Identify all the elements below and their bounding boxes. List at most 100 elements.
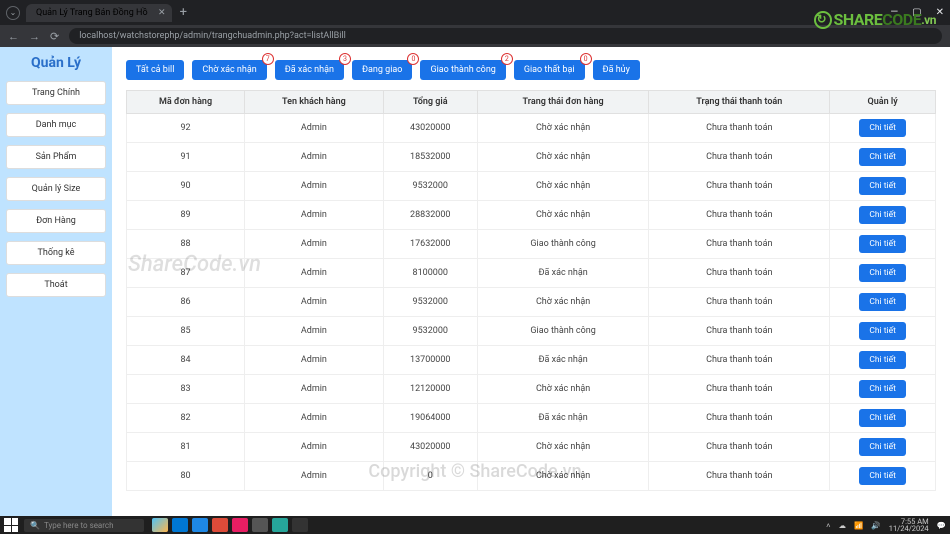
- filter-pill-5[interactable]: Giao thất bại: [514, 60, 585, 80]
- orders-table: Mã đơn hàngTen khách hàngTổng giáTrang t…: [126, 90, 936, 491]
- taskbar-app-6[interactable]: [252, 518, 268, 532]
- browser-tab-strip: ⌄ Quản Lý Trang Bán Đồng Hồ ✕ + — ▢ ✕: [0, 0, 950, 25]
- tray-date: 11/24/2024: [889, 525, 929, 533]
- cell-name: Admin: [245, 317, 384, 346]
- cell-action: Chi tiết: [830, 201, 936, 230]
- cell-name: Admin: [245, 288, 384, 317]
- sidebar-item-1[interactable]: Danh mục: [6, 113, 106, 137]
- filter-badge-3: 0: [407, 53, 419, 65]
- taskbar-app-chrome[interactable]: [212, 518, 228, 532]
- detail-button[interactable]: Chi tiết: [859, 351, 906, 369]
- filter-pill-1[interactable]: Chờ xác nhận: [192, 60, 266, 80]
- cell-pay_status: Chưa thanh toán: [649, 172, 830, 201]
- detail-button[interactable]: Chi tiết: [859, 206, 906, 224]
- table-header-row: Mã đơn hàngTen khách hàngTổng giáTrang t…: [127, 91, 936, 114]
- sidebar-item-4[interactable]: Đơn Hàng: [6, 209, 106, 233]
- tray-notifications-icon[interactable]: 💬: [937, 521, 946, 530]
- cell-total: 0: [383, 462, 477, 491]
- cell-pay_status: Chưa thanh toán: [649, 201, 830, 230]
- taskbar-app-1[interactable]: [152, 518, 168, 532]
- detail-button[interactable]: Chi tiết: [859, 467, 906, 485]
- table-header-1: Ten khách hàng: [245, 91, 384, 114]
- start-button[interactable]: [4, 518, 18, 532]
- filter-wrap-4: Giao thành công2: [420, 57, 505, 80]
- tray-chevron-icon[interactable]: ˄: [826, 521, 830, 530]
- cell-order_status: Chờ xác nhận: [477, 172, 648, 201]
- filter-wrap-5: Giao thất bại0: [514, 57, 585, 80]
- table-row: 92Admin43020000Chờ xác nhậnChưa thanh to…: [127, 114, 936, 143]
- sidebar-item-6[interactable]: Thoát: [6, 273, 106, 297]
- table-row: 84Admin13700000Đã xác nhậnChưa thanh toá…: [127, 346, 936, 375]
- detail-button[interactable]: Chi tiết: [859, 148, 906, 166]
- detail-button[interactable]: Chi tiết: [859, 293, 906, 311]
- nav-back-icon[interactable]: ←: [8, 30, 19, 43]
- nav-reload-icon[interactable]: ⟳: [50, 30, 59, 43]
- taskbar-app-7[interactable]: [272, 518, 288, 532]
- taskbar-search[interactable]: 🔍 Type here to search: [24, 519, 144, 532]
- address-bar[interactable]: localhost/watchstorephp/admin/trangchuad…: [69, 28, 942, 44]
- cell-action: Chi tiết: [830, 462, 936, 491]
- windows-taskbar: 🔍 Type here to search ˄ ☁ 📶 🔊 7:55 AM 11…: [0, 516, 950, 534]
- cell-pay_status: Chưa thanh toán: [649, 317, 830, 346]
- detail-button[interactable]: Chi tiết: [859, 438, 906, 456]
- taskbar-apps: [152, 518, 308, 532]
- table-row: 91Admin18532000Chờ xác nhậnChưa thanh to…: [127, 143, 936, 172]
- taskbar-app-edge[interactable]: [172, 518, 188, 532]
- filter-pill-3[interactable]: Đang giao: [352, 60, 412, 80]
- cell-total: 12120000: [383, 375, 477, 404]
- tray-wifi-icon[interactable]: 📶: [854, 521, 863, 530]
- cell-total: 13700000: [383, 346, 477, 375]
- sidebar: Quản Lý Trang ChínhDanh mụcSản PhẩmQuản …: [0, 47, 112, 516]
- detail-button[interactable]: Chi tiết: [859, 322, 906, 340]
- main-content: Tất cả billChờ xác nhận7Đã xác nhận3Đang…: [112, 47, 950, 516]
- cell-action: Chi tiết: [830, 114, 936, 143]
- filter-pill-4[interactable]: Giao thành công: [420, 60, 505, 80]
- cell-total: 9532000: [383, 172, 477, 201]
- detail-button[interactable]: Chi tiết: [859, 177, 906, 195]
- sidebar-item-3[interactable]: Quản lý Size: [6, 177, 106, 201]
- filter-pill-2[interactable]: Đã xác nhận: [275, 60, 344, 80]
- taskbar-app-terminal[interactable]: [292, 518, 308, 532]
- filter-badge-5: 0: [580, 53, 592, 65]
- detail-button[interactable]: Chi tiết: [859, 264, 906, 282]
- taskbar-app-vscode[interactable]: [192, 518, 208, 532]
- tab-close-icon[interactable]: ✕: [158, 8, 166, 18]
- tab-dropdown[interactable]: ⌄: [6, 6, 20, 20]
- sidebar-item-0[interactable]: Trang Chính: [6, 81, 106, 105]
- nav-forward-icon[interactable]: →: [29, 30, 40, 43]
- tray-clock[interactable]: 7:55 AM 11/24/2024: [889, 518, 929, 533]
- filter-wrap-3: Đang giao0: [352, 57, 412, 80]
- filter-pill-6[interactable]: Đã hủy: [593, 60, 640, 80]
- cell-order_status: Chờ xác nhận: [477, 201, 648, 230]
- table-row: 87Admin8100000Đã xác nhậnChưa thanh toán…: [127, 259, 936, 288]
- tray-sound-icon[interactable]: 🔊: [871, 521, 880, 530]
- tray-cloud-icon[interactable]: ☁: [839, 521, 847, 530]
- browser-tab[interactable]: Quản Lý Trang Bán Đồng Hồ ✕: [26, 4, 172, 22]
- window-close-button[interactable]: ✕: [936, 7, 944, 18]
- taskbar-app-5[interactable]: [232, 518, 248, 532]
- table-header-4: Trạng thái thanh toán: [649, 91, 830, 114]
- new-tab-button[interactable]: +: [180, 5, 187, 20]
- filter-pill-0[interactable]: Tất cả bill: [126, 60, 184, 80]
- sidebar-item-5[interactable]: Thống kê: [6, 241, 106, 265]
- cell-action: Chi tiết: [830, 143, 936, 172]
- cell-action: Chi tiết: [830, 433, 936, 462]
- table-header-0: Mã đơn hàng: [127, 91, 245, 114]
- detail-button[interactable]: Chi tiết: [859, 235, 906, 253]
- cell-order_status: Giao thành công: [477, 317, 648, 346]
- detail-button[interactable]: Chi tiết: [859, 380, 906, 398]
- cell-action: Chi tiết: [830, 317, 936, 346]
- cell-id: 81: [127, 433, 245, 462]
- detail-button[interactable]: Chi tiết: [859, 409, 906, 427]
- cell-pay_status: Chưa thanh toán: [649, 433, 830, 462]
- cell-id: 86: [127, 288, 245, 317]
- cell-name: Admin: [245, 346, 384, 375]
- cell-action: Chi tiết: [830, 172, 936, 201]
- sidebar-item-2[interactable]: Sản Phẩm: [6, 145, 106, 169]
- logo-suffix: .vn: [921, 13, 936, 27]
- filter-wrap-6: Đã hủy: [593, 57, 640, 80]
- logo-text-2: CODE: [882, 10, 921, 29]
- cell-pay_status: Chưa thanh toán: [649, 346, 830, 375]
- detail-button[interactable]: Chi tiết: [859, 119, 906, 137]
- table-row: 86Admin9532000Chờ xác nhậnChưa thanh toá…: [127, 288, 936, 317]
